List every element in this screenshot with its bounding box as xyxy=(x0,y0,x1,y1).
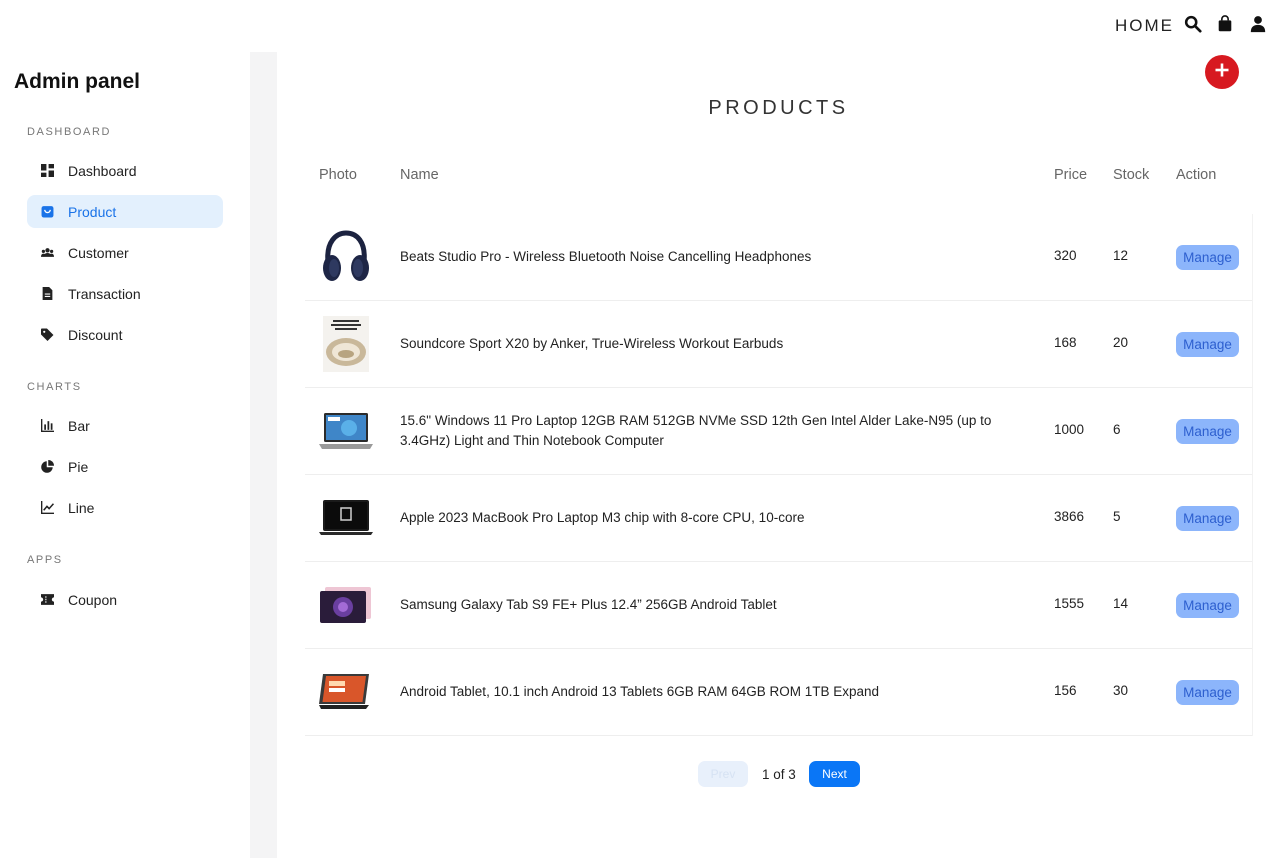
table-row: Soundcore Sport X20 by Anker, True-Wirel… xyxy=(305,301,1252,388)
sidebar-item-transaction[interactable]: Transaction xyxy=(27,277,223,310)
pagination: Prev 1 of 3 Next xyxy=(277,761,1280,789)
bar-chart-icon xyxy=(41,419,54,432)
sidebar-item-customer[interactable]: Customer xyxy=(27,236,223,269)
sidebar-item-label: Discount xyxy=(68,326,123,343)
bag-icon xyxy=(41,205,54,218)
table-row: Beats Studio Pro - Wireless Bluetooth No… xyxy=(305,214,1252,301)
product-stock: 6 xyxy=(1113,422,1121,437)
search-icon[interactable] xyxy=(1184,15,1202,33)
shopping-bag-icon[interactable] xyxy=(1216,15,1234,33)
product-photo-headphones xyxy=(317,228,375,286)
column-header-price[interactable]: Price xyxy=(1054,167,1087,183)
manage-button[interactable]: Manage xyxy=(1176,506,1239,531)
prev-page-button[interactable]: Prev xyxy=(698,761,748,787)
top-navbar: HOME xyxy=(0,0,1280,52)
product-photo-macbook xyxy=(317,489,375,547)
page-indicator: 1 of 3 xyxy=(762,767,796,782)
section-label-charts: CHARTS xyxy=(27,381,82,393)
product-name: Apple 2023 MacBook Pro Laptop M3 chip wi… xyxy=(400,510,805,525)
product-stock: 30 xyxy=(1113,683,1129,698)
add-product-button[interactable] xyxy=(1205,55,1239,89)
document-icon xyxy=(41,287,54,300)
sidebar-item-pie[interactable]: Pie xyxy=(27,450,223,483)
sidebar: Admin panel DASHBOARD Dashboard Product … xyxy=(0,52,250,858)
table-row: Android Tablet, 10.1 inch Android 13 Tab… xyxy=(305,649,1252,736)
sidebar-item-line[interactable]: Line xyxy=(27,491,223,524)
sidebar-item-label: Product xyxy=(68,203,117,220)
product-photo-android-tablet xyxy=(317,663,375,721)
plus-icon xyxy=(1215,63,1229,82)
sidebar-item-product[interactable]: Product xyxy=(27,195,223,228)
sidebar-item-label: Coupon xyxy=(68,591,118,608)
table-row: 15.6" Windows 11 Pro Laptop 12GB RAM 512… xyxy=(305,388,1252,475)
table-header: Photo Name Price Stock Action xyxy=(305,167,1252,185)
tag-icon xyxy=(41,328,54,341)
column-header-photo[interactable]: Photo xyxy=(319,167,357,183)
dashboard-icon xyxy=(41,164,54,177)
sidebar-item-label: Line xyxy=(68,499,95,516)
product-price: 1555 xyxy=(1054,596,1085,611)
sidebar-item-dashboard[interactable]: Dashboard xyxy=(27,154,223,187)
sidebar-item-label: Dashboard xyxy=(68,162,137,179)
product-name: Beats Studio Pro - Wireless Bluetooth No… xyxy=(400,249,812,264)
sidebar-item-label: Transaction xyxy=(68,285,141,302)
main-content: PRODUCTS Photo Name Price Stock Action B… xyxy=(277,52,1280,858)
product-name: Samsung Galaxy Tab S9 FE+ Plus 12.4” 256… xyxy=(400,597,777,612)
sidebar-divider xyxy=(250,52,277,858)
page-title: PRODUCTS xyxy=(708,97,849,119)
product-photo-laptop xyxy=(317,402,375,460)
user-icon[interactable] xyxy=(1249,15,1267,33)
home-link[interactable]: HOME xyxy=(1115,16,1174,36)
table-row: Samsung Galaxy Tab S9 FE+ Plus 12.4” 256… xyxy=(305,562,1252,649)
product-price: 168 xyxy=(1054,335,1077,350)
sidebar-item-bar[interactable]: Bar xyxy=(27,409,223,442)
sidebar-item-label: Bar xyxy=(68,417,90,434)
product-stock: 14 xyxy=(1113,596,1129,611)
sidebar-item-discount[interactable]: Discount xyxy=(27,318,223,351)
column-header-name[interactable]: Name xyxy=(400,167,439,183)
product-stock: 5 xyxy=(1113,509,1121,524)
people-icon xyxy=(41,246,54,259)
ticket-icon xyxy=(41,593,54,606)
table-row: Apple 2023 MacBook Pro Laptop M3 chip wi… xyxy=(305,475,1252,562)
product-name: 15.6" Windows 11 Pro Laptop 12GB RAM 512… xyxy=(400,413,992,448)
product-price: 3866 xyxy=(1054,509,1085,524)
sidebar-item-coupon[interactable]: Coupon xyxy=(27,583,223,616)
line-chart-icon xyxy=(41,501,54,514)
section-label-apps: APPS xyxy=(27,554,63,566)
product-stock: 12 xyxy=(1113,248,1129,263)
product-price: 156 xyxy=(1054,683,1077,698)
sidebar-item-label: Customer xyxy=(68,244,129,261)
product-stock: 20 xyxy=(1113,335,1129,350)
products-table: Beats Studio Pro - Wireless Bluetooth No… xyxy=(305,214,1252,736)
manage-button[interactable]: Manage xyxy=(1176,419,1239,444)
product-price: 1000 xyxy=(1054,422,1085,437)
product-price: 320 xyxy=(1054,248,1077,263)
column-header-action: Action xyxy=(1176,167,1217,183)
product-photo-earbuds xyxy=(317,315,375,373)
section-label-dashboard: DASHBOARD xyxy=(27,126,112,138)
product-name: Android Tablet, 10.1 inch Android 13 Tab… xyxy=(400,684,880,699)
sidebar-title: Admin panel xyxy=(14,70,141,93)
manage-button[interactable]: Manage xyxy=(1176,245,1239,270)
manage-button[interactable]: Manage xyxy=(1176,593,1239,618)
manage-button[interactable]: Manage xyxy=(1176,332,1239,357)
column-header-stock[interactable]: Stock xyxy=(1113,167,1149,183)
sidebar-item-label: Pie xyxy=(68,458,89,475)
pie-chart-icon xyxy=(41,460,54,473)
manage-button[interactable]: Manage xyxy=(1176,680,1239,705)
product-name: Soundcore Sport X20 by Anker, True-Wirel… xyxy=(400,336,784,351)
next-page-button[interactable]: Next xyxy=(809,761,860,787)
product-photo-galaxy-tab xyxy=(317,576,375,634)
